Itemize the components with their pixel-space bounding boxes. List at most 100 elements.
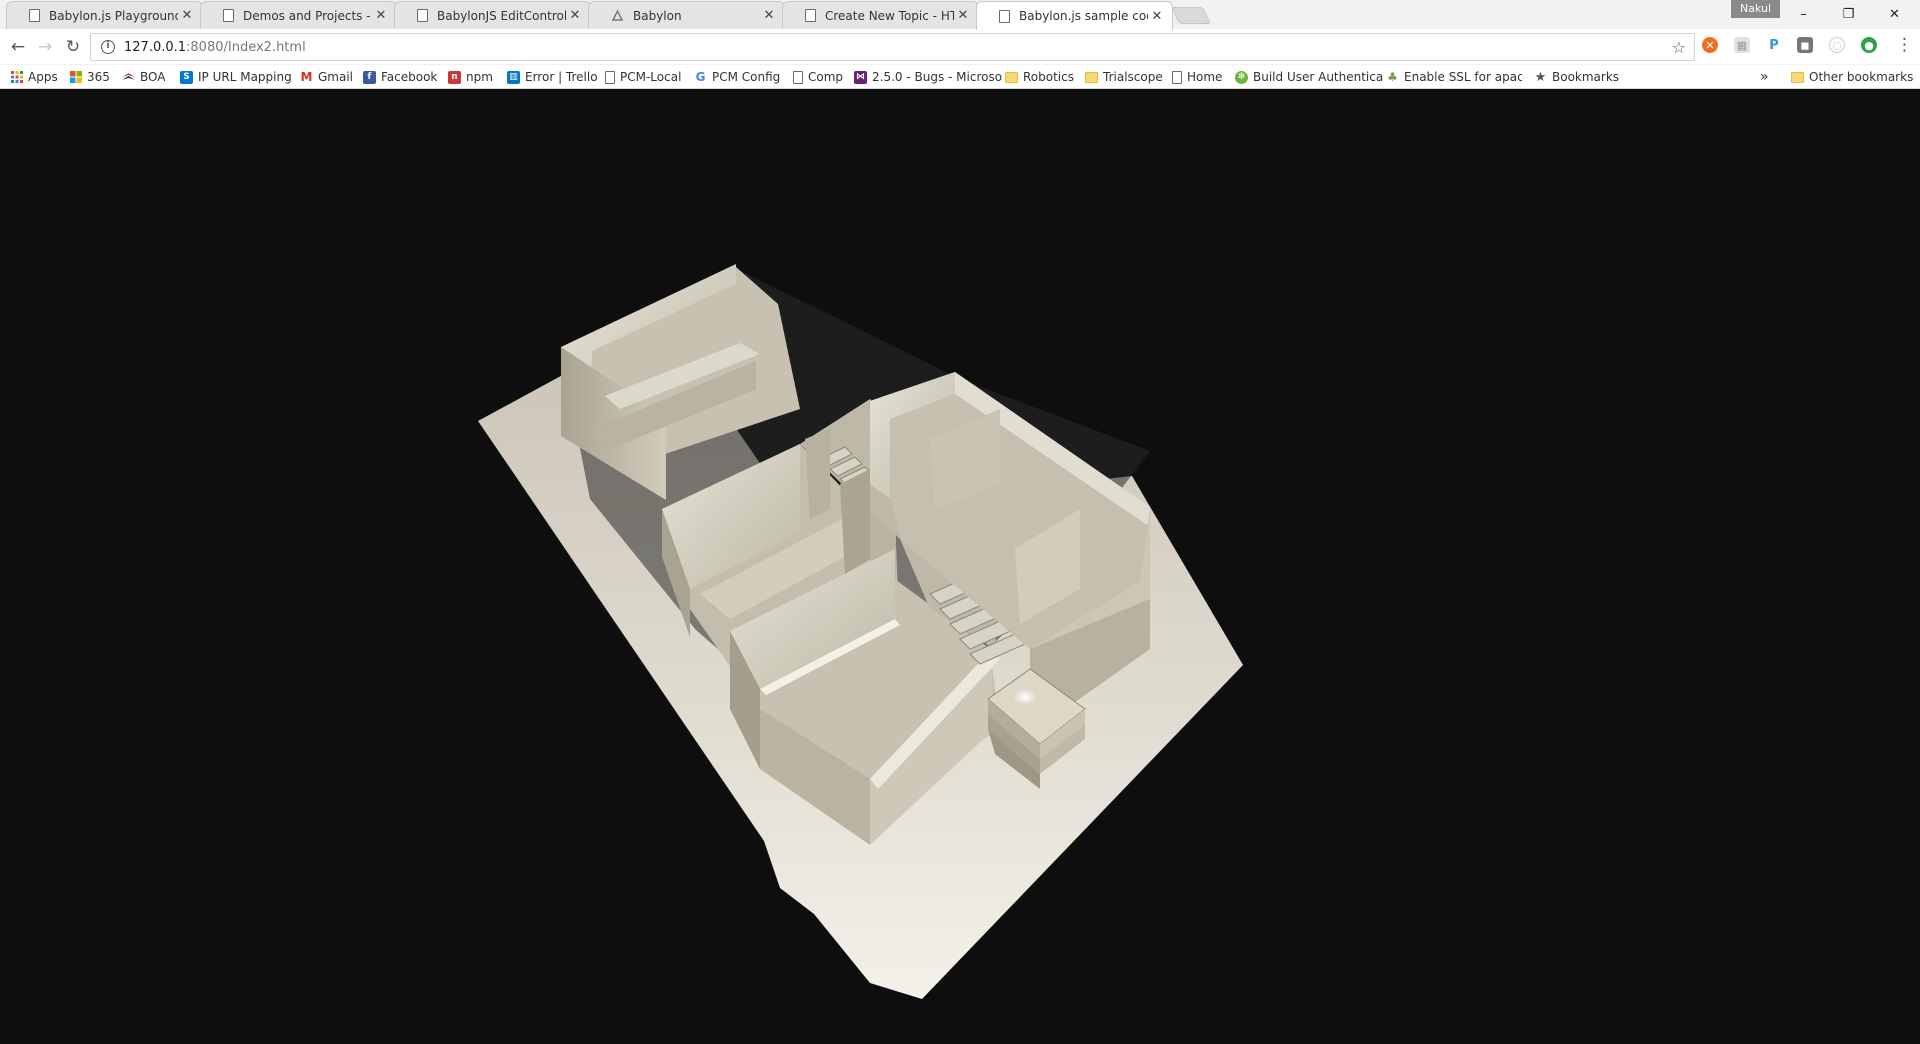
bookmark-bookmarks[interactable]: ★ Bookmarks [1534, 68, 1619, 86]
bookmark-label: Apps [28, 70, 58, 84]
tab-title: Babylon.js sample code [1019, 9, 1148, 23]
close-icon[interactable]: ✕ [1148, 9, 1166, 24]
bookmark-build-user-authentication[interactable]: ✻ Build User Authentica [1235, 68, 1383, 86]
bookmark-label: Comp [808, 70, 844, 84]
bookmark-bugs[interactable]: ⋈ 2.5.0 - Bugs - Microso [854, 68, 1002, 86]
page-icon [793, 70, 803, 84]
bookmark-ip-url-mapping[interactable]: S IP URL Mapping [180, 68, 292, 86]
tab-title: Create New Topic - HTM [825, 8, 954, 23]
bookmark-robotics[interactable]: Robotics [1005, 68, 1074, 86]
page-icon [417, 9, 428, 22]
bookmark-label: Home [1187, 70, 1223, 84]
bookmark-label: Build User Authentica [1253, 70, 1384, 84]
close-icon[interactable]: ✕ [760, 8, 778, 23]
tab-active[interactable]: Babylon.js sample code ✕ [976, 1, 1173, 30]
tab-title: Babylon [633, 8, 682, 23]
close-icon[interactable]: ✕ [566, 8, 584, 23]
google-icon: G [695, 70, 706, 84]
close-window-button[interactable]: ✕ [1872, 0, 1917, 29]
bookmark-pcm-config[interactable]: G PCM Config [694, 68, 781, 86]
new-tab-button[interactable] [1171, 7, 1211, 24]
page-icon [29, 9, 40, 22]
tree-icon: ♣ [1387, 70, 1398, 84]
close-icon[interactable]: ✕ [372, 8, 390, 23]
bookmark-comp[interactable]: Comp [793, 68, 843, 86]
folder-icon [1005, 71, 1018, 83]
bookmark-label: npm [466, 70, 493, 84]
house-3d-scene [478, 264, 1243, 999]
bookmarks-bar: Apps 365 BOA S IP URL Mapping M Gmail f … [0, 65, 1920, 89]
page-icon [805, 9, 816, 22]
boa-icon [122, 71, 135, 84]
tab-title: Demos and Projects - HT [243, 8, 372, 23]
bookmark-label: 2.5.0 - Bugs - Microso [872, 70, 1003, 84]
microsoft-icon [69, 71, 82, 84]
minimize-button[interactable]: – [1781, 0, 1826, 29]
grid-extension-icon[interactable]: ▦ [1734, 37, 1750, 53]
bookmark-label: IP URL Mapping [198, 70, 292, 84]
square-extension-icon[interactable]: ◼ [1797, 37, 1813, 53]
other-bookmarks[interactable]: Other bookmarks [1791, 68, 1913, 86]
maximize-button[interactable]: ❐ [1826, 0, 1871, 29]
tab-strip: Babylon.js Playground ✕ Demos and Projec… [0, 0, 1920, 30]
tab[interactable]: BabylonJS EditControl - I ✕ [394, 1, 591, 29]
bookmark-npm[interactable]: n npm [448, 68, 493, 86]
sharepoint-icon: S [180, 70, 193, 84]
menu-icon[interactable]: ⋮ [1896, 35, 1913, 55]
folder-icon [1085, 71, 1098, 83]
green-extension-icon[interactable]: ● [1861, 37, 1877, 53]
bookmark-label: Trialscope [1103, 70, 1163, 84]
bookmark-pcm-local[interactable]: PCM-Local [605, 68, 681, 86]
bookmark-facebook[interactable]: f Facebook [363, 68, 437, 86]
folder-icon [1791, 71, 1804, 83]
trello-icon: ▥ [507, 70, 520, 84]
tab[interactable]: Create New Topic - HTM ✕ [782, 1, 979, 29]
gmail-icon: M [300, 70, 313, 84]
forward-button[interactable]: → [33, 35, 57, 59]
page-icon [1172, 70, 1182, 84]
bookmark-gmail[interactable]: M Gmail [300, 68, 354, 86]
tab[interactable]: Babylon.js Playground ✕ [6, 1, 203, 29]
bookmark-trialscope[interactable]: Trialscope [1085, 68, 1163, 86]
info-icon[interactable]: i [101, 40, 115, 54]
star-icon[interactable]: ☆ [1672, 38, 1686, 57]
bookmark-365[interactable]: 365 [69, 68, 110, 86]
tab[interactable]: Demos and Projects - HT ✕ [200, 1, 397, 29]
bookmark-home[interactable]: Home [1172, 68, 1222, 86]
bookmark-label: Error | Trello [525, 70, 598, 84]
bookmark-trello[interactable]: ▥ Error | Trello [507, 68, 598, 86]
address-bar[interactable]: i 127.0.0.1 :8080/Index2.html ☆ [90, 33, 1695, 61]
close-icon[interactable]: ✕ [954, 8, 972, 23]
page-icon [605, 70, 615, 84]
circle-extension-icon[interactable]: ◯ [1829, 37, 1845, 53]
bookmarks-overflow-button[interactable]: » [1760, 68, 1769, 86]
url-path: :8080/Index2.html [186, 39, 306, 55]
bookmark-apps[interactable]: Apps [10, 68, 58, 86]
npm-icon: n [448, 70, 461, 84]
bookmark-label: PCM-Local [620, 70, 682, 84]
bookmark-label: Bookmarks [1552, 70, 1620, 84]
tab-title: Babylon.js Playground [49, 8, 178, 23]
star-icon: ★ [1534, 69, 1547, 85]
bookmark-boa[interactable]: BOA [122, 68, 165, 86]
babylon-render-canvas[interactable] [0, 89, 1920, 1040]
reload-button[interactable]: ↻ [61, 35, 85, 59]
orange-extension-icon[interactable]: ✕ [1702, 37, 1718, 53]
bookmark-label: Other bookmarks [1809, 70, 1914, 84]
babylon-icon [611, 9, 624, 22]
apps-grid-icon [10, 71, 23, 84]
bookmark-label: Enable SSL for apache [1404, 70, 1522, 84]
wall [840, 469, 870, 574]
profile-badge[interactable]: Nakul [1731, 0, 1781, 18]
p-extension-icon[interactable]: P [1766, 37, 1782, 53]
tab[interactable]: Babylon ✕ [588, 1, 785, 29]
spring-icon: ✻ [1235, 70, 1248, 84]
bookmark-label: Gmail [318, 70, 354, 84]
bookmark-label: 365 [87, 70, 110, 84]
facebook-icon: f [363, 70, 376, 84]
bookmark-enable-ssl[interactable]: ♣ Enable SSL for apache [1386, 68, 1522, 86]
back-button[interactable]: ← [6, 35, 30, 59]
close-icon[interactable]: ✕ [178, 8, 196, 23]
page-icon [999, 9, 1010, 23]
bookmark-label: Facebook [381, 70, 438, 84]
